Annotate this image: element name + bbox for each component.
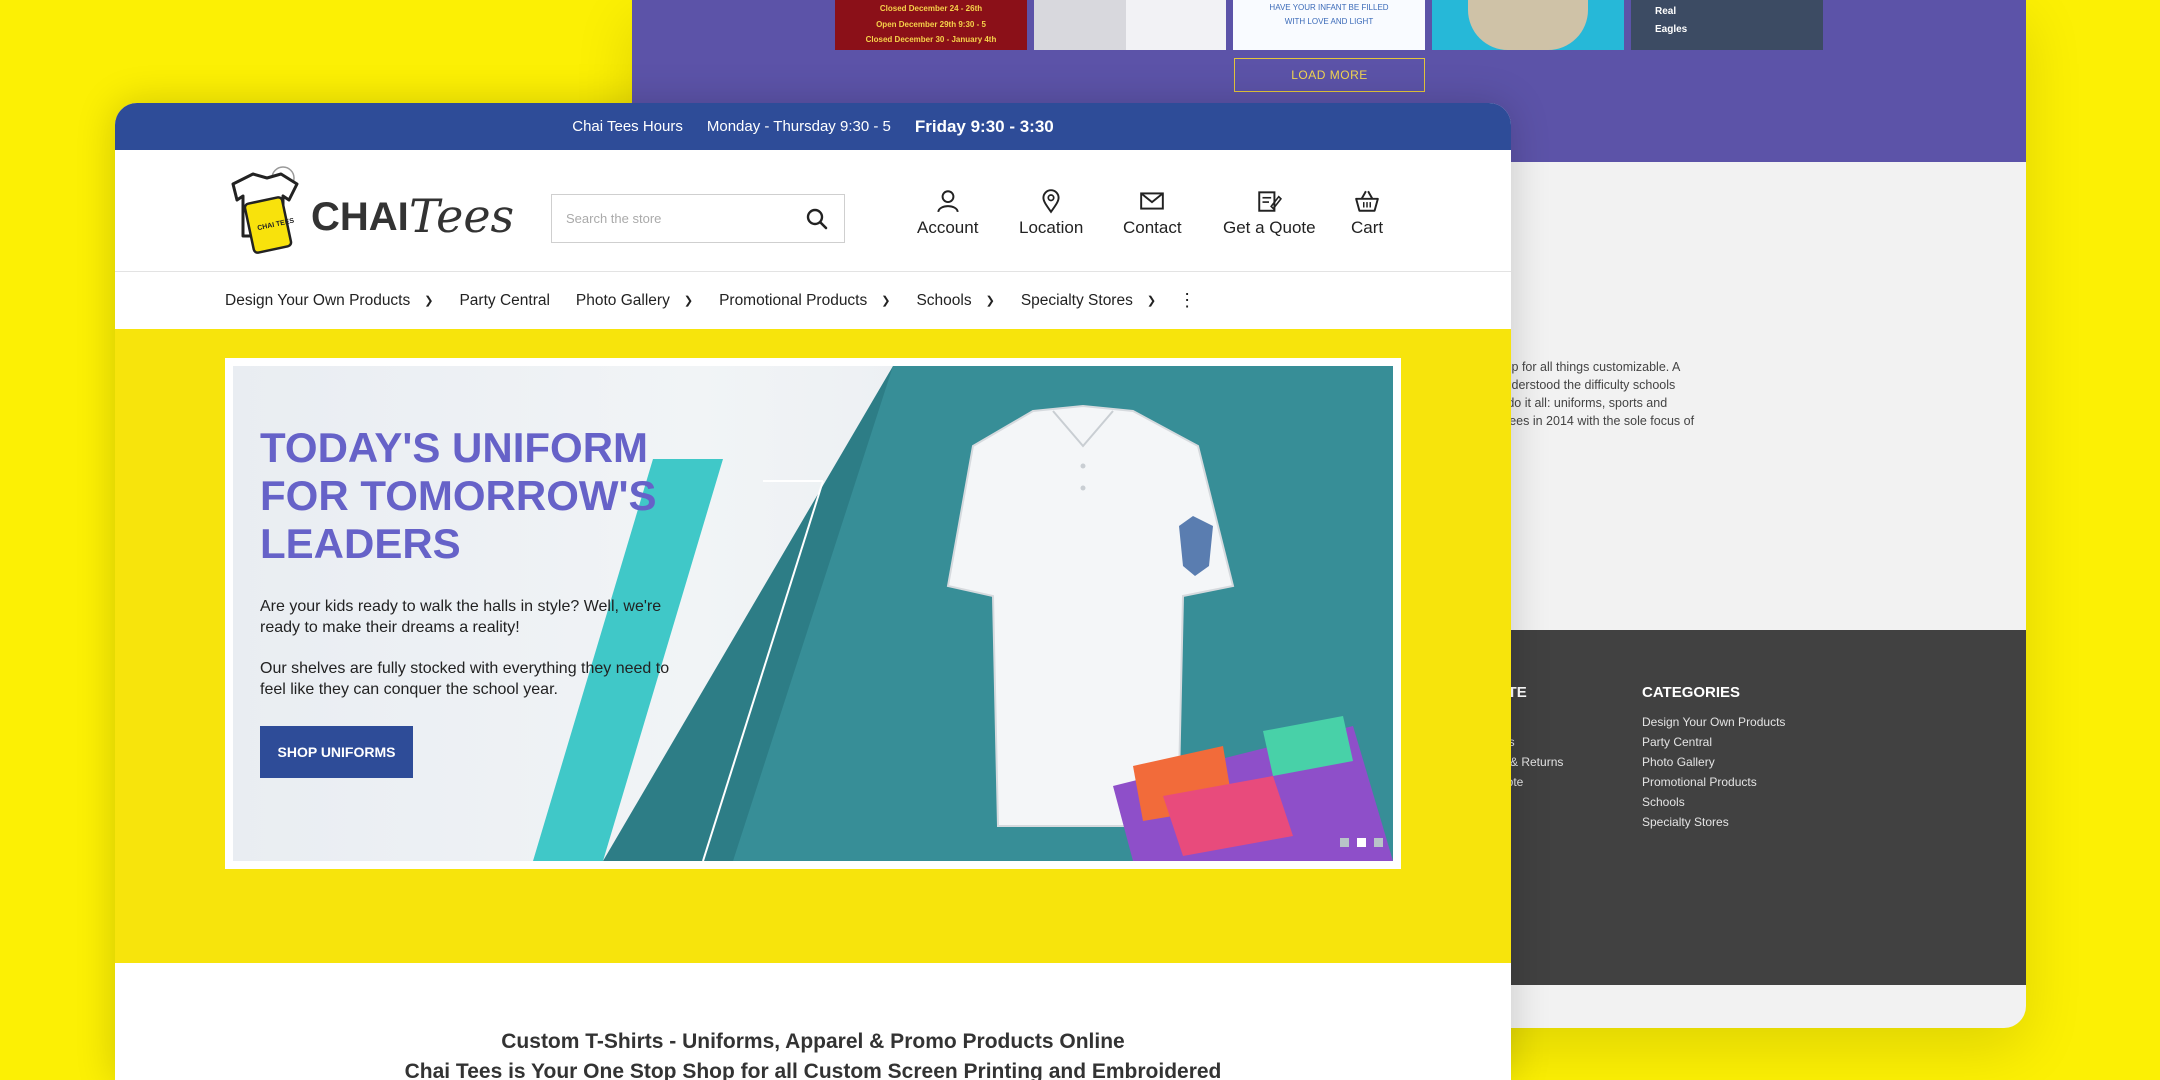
chai-tees-logo[interactable]: CHAI TEES CHAI Tees (223, 166, 523, 256)
shop-uniforms-button[interactable]: SHOP UNIFORMS (260, 726, 413, 778)
about-line: could do it all: uniforms, sports and (1474, 396, 1668, 410)
logo-text-tees: Tees (409, 189, 514, 243)
footer-link[interactable]: Promotional Products (1642, 772, 1785, 792)
thumb-text: Eagles (1655, 24, 1688, 35)
contact-link[interactable]: Contact (1123, 188, 1182, 238)
gallery-thumb-eagles-shirts[interactable]: Real Eagles (1631, 0, 1823, 50)
nav-label: Party Central (459, 291, 550, 309)
nav-specialty-stores[interactable]: Specialty Stores ❯ (1021, 292, 1156, 310)
hero-title: TODAY'S UNIFORM FOR TOMORROW'S LEADERS (260, 424, 657, 567)
main-navigation: Design Your Own Products ❯ Party Central … (115, 272, 1511, 329)
hero-paragraph-1: Are your kids ready to walk the halls in… (260, 598, 662, 636)
footer-link[interactable]: Photo Gallery (1642, 752, 1785, 772)
chevron-down-icon: ❯ (683, 295, 694, 307)
map-pin-icon (1042, 189, 1060, 214)
nav-party-central[interactable]: Party Central (459, 292, 549, 310)
logo-text-chai: CHAI (311, 195, 409, 239)
load-more-button[interactable]: LOAD MORE (1234, 58, 1425, 92)
nav-schools[interactable]: Schools ❯ (916, 292, 994, 310)
footer-link[interactable]: Specialty Stores (1642, 812, 1785, 832)
gallery-thumb-sweatshirt[interactable] (1432, 0, 1624, 50)
more-menu-icon[interactable]: ⋮ (1178, 290, 1196, 311)
nav-photo-gallery[interactable]: Photo Gallery ❯ (576, 292, 693, 310)
footer-link[interactable]: Schools (1642, 792, 1785, 812)
tagline-line-2: Chai Tees is Your One Stop Shop for all … (404, 1060, 1222, 1080)
footer-link[interactable]: Party Central (1642, 732, 1785, 752)
hero-paragraph-2: Our shelves are fully stocked with every… (260, 660, 670, 698)
slider-dot[interactable] (1340, 838, 1349, 847)
slider-dot-active[interactable] (1357, 838, 1366, 847)
search-button[interactable] (804, 206, 830, 232)
about-line: she understood the difficulty schools (1474, 378, 1676, 392)
footer-links-categories: Design Your Own Products Party Central P… (1642, 712, 1785, 832)
main-page-window: Chai Tees Hours Monday - Thursday 9:30 -… (115, 103, 1511, 1080)
cart-link[interactable]: Cart (1351, 188, 1383, 238)
site-header: CHAI TEES CHAI Tees Account Location Con… (115, 150, 1511, 272)
get-a-quote-link[interactable]: Get a Quote (1223, 188, 1316, 238)
hours-label: Chai Tees Hours (572, 118, 683, 135)
hero-slide: TODAY'S UNIFORM FOR TOMORROW'S LEADERS A… (233, 366, 1393, 861)
slider-dots (1340, 838, 1383, 847)
search-input[interactable] (566, 211, 804, 226)
hero-section: TODAY'S UNIFORM FOR TOMORROW'S LEADERS A… (115, 329, 1511, 963)
thumb-text: Real (1655, 6, 1677, 17)
chevron-down-icon: ❯ (1146, 295, 1157, 307)
envelope-icon (1140, 192, 1165, 210)
nav-label: Design Your Own Products (225, 291, 411, 309)
about-line: Chai Tees in 2014 with the sole focus of (1474, 414, 1695, 428)
user-icon (937, 190, 959, 213)
gallery-thumb-onesie[interactable]: HAVE YOUR INFANT BE FILLED WITH LOVE AND… (1233, 0, 1425, 50)
thumb-text: Closed December 24 - 26th (879, 4, 983, 13)
chevron-down-icon: ❯ (985, 295, 995, 307)
location-label: Location (1019, 218, 1084, 237)
chevron-down-icon: ❯ (424, 295, 434, 307)
basket-icon (1355, 190, 1379, 212)
account-label: Account (917, 218, 979, 237)
slider-dot[interactable] (1374, 838, 1383, 847)
hours-weekday: Monday - Thursday 9:30 - 5 (706, 118, 891, 135)
tagline-line-1: Custom T-Shirts - Uniforms, Apparel & Pr… (501, 1030, 1125, 1053)
chevron-down-icon: ❯ (881, 295, 891, 307)
thumb-text: Closed December 30 - January 4th (865, 35, 997, 44)
nav-design-your-own-products[interactable]: Design Your Own Products ❯ (225, 292, 433, 310)
about-text: op shop for all things customizable. A s… (1474, 358, 1804, 430)
footer-link[interactable]: Design Your Own Products (1642, 712, 1785, 732)
nav-promotional-products[interactable]: Promotional Products ❯ (719, 292, 890, 310)
account-link[interactable]: Account (917, 188, 978, 238)
nav-label: Photo Gallery (575, 291, 670, 309)
location-link[interactable]: Location (1019, 188, 1083, 238)
search-box (551, 194, 845, 243)
footer-heading-categories: CATEGORIES (1642, 684, 1741, 701)
cart-label: Cart (1351, 218, 1384, 237)
hero-banner: TODAY'S UNIFORM FOR TOMORROW'S LEADERS A… (225, 358, 1401, 869)
search-icon (806, 208, 828, 229)
get-a-quote-label: Get a Quote (1223, 218, 1316, 237)
nav-label: Promotional Products (719, 291, 868, 309)
thumb-text: Open December 29th 9:30 - 5 (876, 20, 986, 29)
about-line: op shop for all things customizable. A (1474, 360, 1681, 374)
gallery-thumb-holiday-hours[interactable]: Closed December 24 - 26th Open December … (835, 0, 1027, 50)
nav-label: Schools (916, 291, 972, 309)
seo-tagline: Custom T-Shirts - Uniforms, Apparel & Pr… (115, 1027, 1511, 1080)
hours-friday: Friday 9:30 - 3:30 (914, 116, 1054, 136)
thumb-text: HAVE YOUR INFANT BE FILLED (1269, 3, 1389, 12)
thumb-text: WITH LOVE AND LIGHT (1284, 17, 1374, 26)
hours-bar: Chai Tees Hours Monday - Thursday 9:30 -… (115, 103, 1511, 150)
contact-label: Contact (1123, 218, 1182, 237)
nav-label: Specialty Stores (1020, 291, 1133, 309)
quote-icon (1258, 191, 1283, 212)
gallery-thumb-apparel[interactable] (1034, 0, 1226, 50)
